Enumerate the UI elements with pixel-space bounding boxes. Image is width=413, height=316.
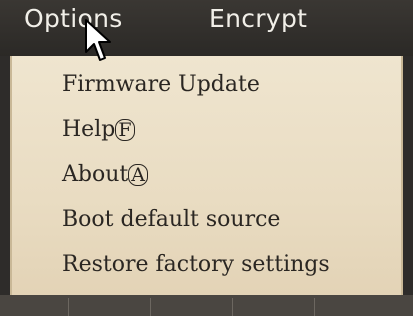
background-screen-strip <box>0 295 413 316</box>
divider <box>68 298 69 316</box>
menu-encrypt[interactable]: Encrypt <box>209 4 307 33</box>
menu-item-label: Help <box>62 117 116 142</box>
menu-item-restore-factory-settings[interactable]: Restore factory settings <box>62 252 330 277</box>
menu-item-label: Firmware Update <box>62 72 260 97</box>
mouse-pointer-icon <box>85 19 111 61</box>
shortcut-key-badge: A <box>128 164 148 186</box>
menu-item-help[interactable]: Help F <box>62 117 135 142</box>
options-dropdown-menu: Firmware Update Help F About A Boot defaul… <box>10 56 403 295</box>
menu-item-label: Boot default source <box>62 207 281 232</box>
menu-bar: Options Encrypt <box>0 0 413 56</box>
menu-item-label: Restore factory settings <box>62 252 330 277</box>
divider <box>314 298 315 316</box>
menu-item-label: About <box>62 162 129 187</box>
menu-item-boot-default-source[interactable]: Boot default source <box>62 207 280 232</box>
shortcut-key-badge: F <box>115 119 135 141</box>
divider <box>232 298 233 316</box>
menu-item-firmware-update[interactable]: Firmware Update <box>62 72 260 97</box>
menu-item-about[interactable]: About A <box>62 162 148 187</box>
divider <box>150 298 151 316</box>
